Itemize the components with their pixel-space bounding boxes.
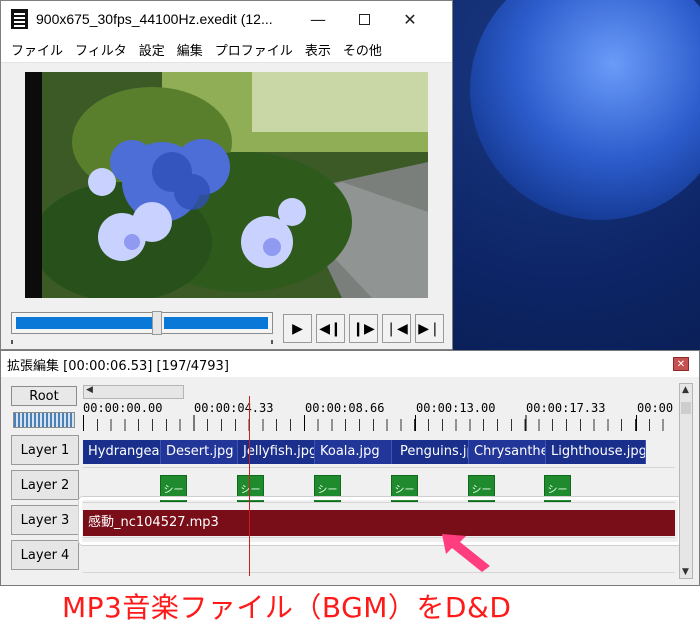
ruler-label: 00:00:04.33 — [194, 401, 274, 415]
timeline-close-button[interactable]: ✕ — [673, 357, 689, 371]
image-clip-desert[interactable]: Desert.jpg — [161, 440, 238, 464]
audio-clip[interactable]: 感動_nc104527.mp3 — [83, 510, 675, 536]
video-frame-image — [42, 72, 428, 298]
ruler-major-ticks — [83, 415, 675, 431]
close-button[interactable]: ✕ — [387, 1, 433, 37]
layer-4-lane[interactable] — [83, 540, 675, 573]
next-frame-button[interactable]: ❙▶ — [349, 314, 378, 343]
timeline-window: 拡張編集 [00:00:06.53] [197/4793] ✕ Root ◀ 0… — [0, 350, 700, 586]
menu-view[interactable]: 表示 — [299, 40, 337, 59]
prev-frame-button[interactable]: ◀❙ — [316, 314, 345, 343]
image-clip-koala[interactable]: Koala.jpg — [315, 440, 392, 464]
menu-settings[interactable]: 設定 — [133, 40, 171, 59]
layer-3-lane[interactable]: 感動_nc104527.mp3 — [83, 505, 675, 538]
timeline-titlebar[interactable]: 拡張編集 [00:00:06.53] [197/4793] ✕ — [1, 351, 699, 377]
vertical-scroll-thumb[interactable] — [681, 402, 691, 414]
image-clip-chrysanthemum[interactable]: Chrysanthe — [469, 440, 546, 464]
time-ruler[interactable]: 00:00:00.00 00:00:04.33 00:00:08.66 00:0… — [83, 401, 675, 433]
scroll-left-icon[interactable]: ◀ — [86, 385, 93, 395]
transition-clip[interactable]: シー — [468, 475, 495, 502]
playhead[interactable] — [249, 396, 250, 576]
timeline-title: 拡張編集 [00:00:06.53] [197/4793] — [7, 358, 229, 374]
layer-2-lane[interactable]: シー シー シー シー シー シー — [83, 470, 675, 503]
layer-1-label[interactable]: Layer 1 — [11, 435, 79, 465]
maximize-icon — [358, 13, 370, 25]
transition-clip[interactable]: シー — [314, 475, 341, 502]
seek-ticks — [11, 340, 273, 344]
maximize-button[interactable] — [341, 1, 387, 37]
go-end-button[interactable]: ▶❘ — [415, 314, 444, 343]
drop-arrow-icon — [442, 534, 490, 572]
ruler-label: 00:00:00.00 — [83, 401, 163, 415]
menu-edit[interactable]: 編集 — [171, 40, 209, 59]
video-preview — [25, 72, 428, 298]
caption-text: MP3音楽ファイル（BGM）をD&D — [62, 591, 512, 624]
seek-fill-right — [164, 317, 268, 329]
preview-titlebar[interactable]: 900x675_30fps_44100Hz.exedit (12... — ✕ — [1, 1, 452, 37]
play-button[interactable]: ▶ — [283, 314, 312, 343]
moon-image — [470, 0, 700, 220]
scroll-down-icon[interactable]: ▼ — [682, 567, 689, 577]
layer-2-label[interactable]: Layer 2 — [11, 470, 79, 500]
ruler-label: 00:00:17.33 — [526, 401, 606, 415]
minimize-button[interactable]: — — [295, 1, 341, 37]
ruler-label: 00:00:08.66 — [305, 401, 385, 415]
preview-window: 900x675_30fps_44100Hz.exedit (12... — ✕ … — [0, 0, 453, 350]
transition-clip[interactable]: シー — [160, 475, 187, 502]
vertical-scrollbar[interactable]: ▲ ▼ — [679, 383, 693, 579]
zoom-slider[interactable] — [13, 412, 75, 428]
menu-profile[interactable]: プロファイル — [209, 40, 299, 59]
transition-clip[interactable]: シー — [237, 475, 264, 502]
layer-3-label[interactable]: Layer 3 — [11, 505, 79, 535]
menubar: ファイル フィルタ 設定 編集 プロファイル 表示 その他 — [1, 37, 452, 63]
transition-clip[interactable]: シー — [391, 475, 418, 502]
go-start-button[interactable]: ❘◀ — [382, 314, 411, 343]
layer-4-label[interactable]: Layer 4 — [11, 540, 79, 570]
layer-1-lane[interactable]: Hydrangea Desert.jpg Jellyfish.jpg Koala… — [83, 435, 675, 468]
window-title: 900x675_30fps_44100Hz.exedit (12... — [36, 11, 273, 27]
image-clip-hydrangea[interactable]: Hydrangea — [83, 440, 161, 464]
image-clip-penguins[interactable]: Penguins.jpg — [392, 440, 469, 464]
ruler-label: 00:00 — [637, 401, 674, 415]
scroll-up-icon[interactable]: ▲ — [682, 385, 689, 395]
menu-file[interactable]: ファイル — [5, 40, 69, 59]
menu-filter[interactable]: フィルタ — [69, 40, 133, 59]
ruler-label: 00:00:13.00 — [416, 401, 496, 415]
seek-thumb[interactable] — [152, 311, 162, 335]
horizontal-scrollbar[interactable]: ◀ — [83, 385, 184, 399]
seek-bar[interactable] — [11, 311, 273, 335]
root-button[interactable]: Root — [11, 386, 77, 406]
film-icon — [11, 9, 28, 29]
transition-clip[interactable]: シー — [544, 475, 571, 502]
image-clip-lighthouse[interactable]: Lighthouse.jpg — [546, 440, 646, 464]
menu-other[interactable]: その他 — [337, 40, 388, 59]
seek-fill-left — [16, 317, 152, 329]
